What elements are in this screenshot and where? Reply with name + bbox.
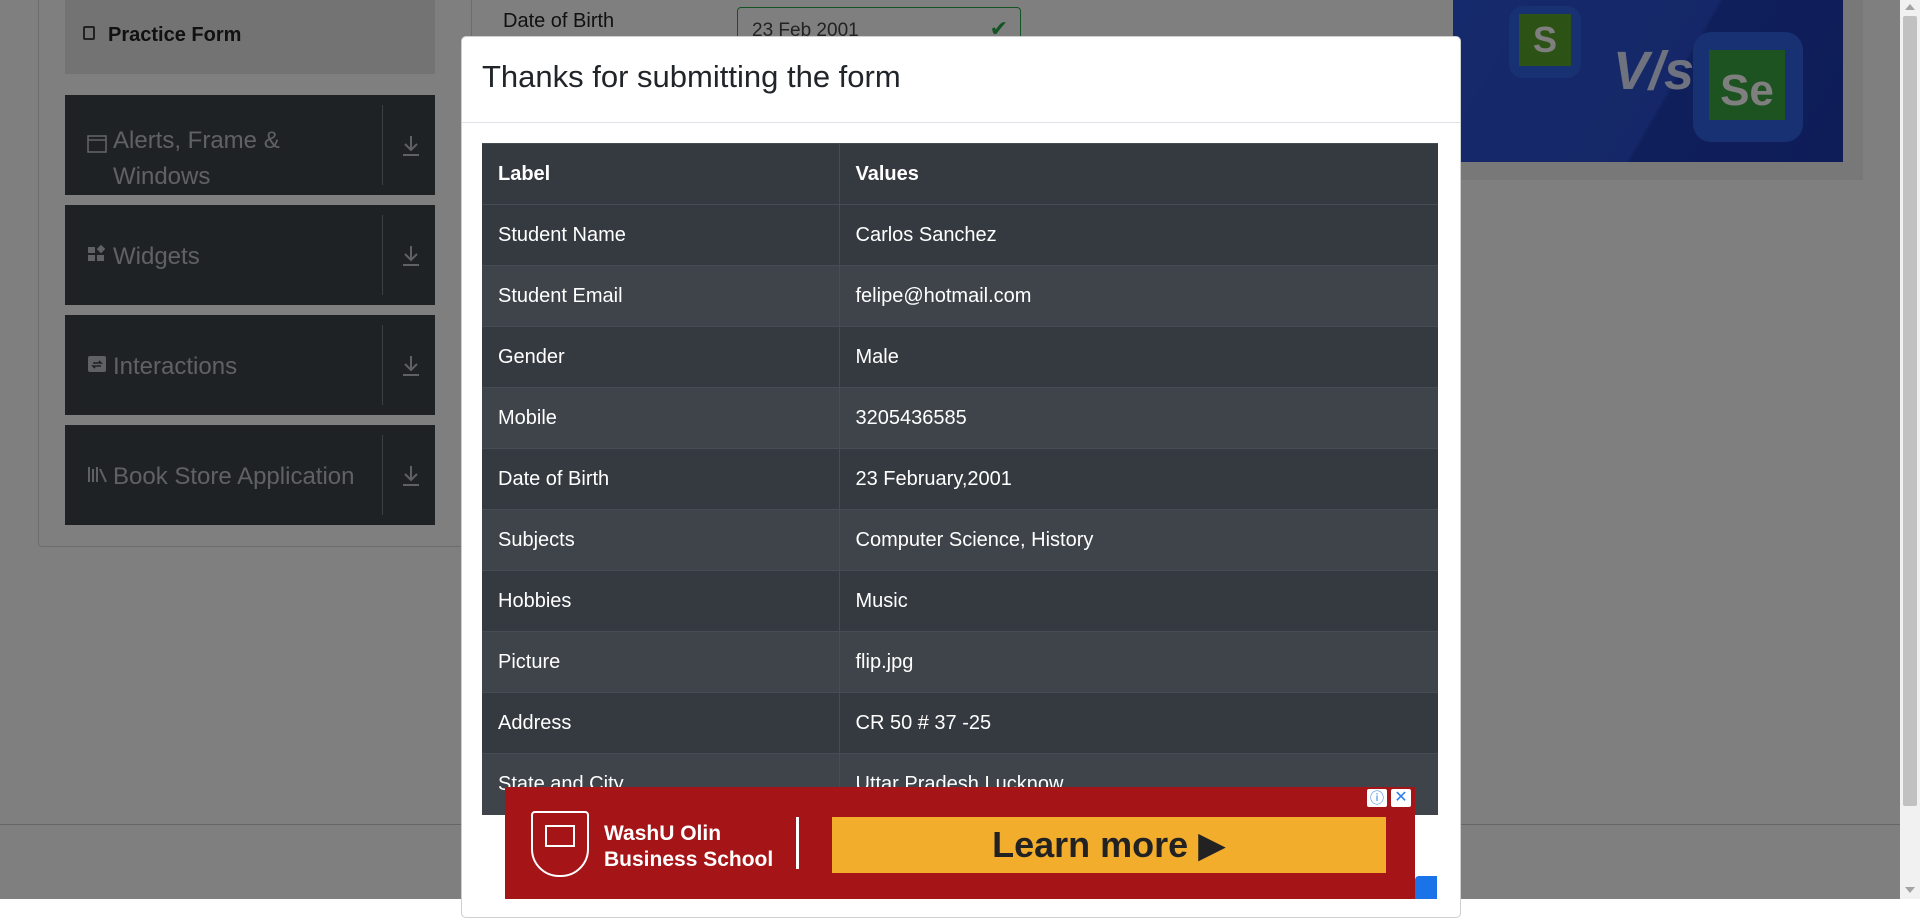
bottom-ad-banner[interactable]: WashU Olin Business School Learn more ▶ … [505,787,1415,899]
learn-more-button[interactable]: Learn more ▶ [832,817,1386,873]
row-value: Music [839,570,1438,632]
row-value: 23 February,2001 [839,448,1438,510]
row-label: Date of Birth [482,448,840,510]
row-label: Student Name [482,204,840,266]
row-value: felipe@hotmail.com [839,265,1438,327]
row-label: Mobile [482,387,840,449]
table-row: Picture flip.jpg [482,631,1438,693]
table-row: Subjects Computer Science, History [482,509,1438,571]
row-label: Gender [482,326,840,388]
close-button[interactable] [1415,876,1437,899]
modal-title: Thanks for submitting the form [482,59,901,94]
scroll-up-arrow-icon[interactable] [1905,4,1915,10]
submission-table: Label Values Student Name Carlos Sanchez… [482,143,1438,815]
row-value: flip.jpg [839,631,1438,693]
table-row: Hobbies Music [482,570,1438,632]
row-label: Hobbies [482,570,840,632]
ad-school-line2: Business School [604,848,774,871]
column-header-values: Values [839,143,1438,205]
ad-separator [796,817,799,869]
row-label: Subjects [482,509,840,571]
row-label: Address [482,692,840,754]
table-row: Gender Male [482,326,1438,388]
row-value: 3205436585 [839,387,1438,449]
table-row: Student Email felipe@hotmail.com [482,265,1438,327]
table-row: Date of Birth 23 February,2001 [482,448,1438,510]
adchoices-icon[interactable]: ⓘ [1367,789,1387,807]
ad-school-line1: WashU Olin [604,822,722,845]
scroll-down-arrow-icon[interactable] [1905,887,1915,893]
scroll-thumb[interactable] [1903,16,1917,806]
table-row: Address CR 50 # 37 -25 [482,692,1438,754]
table-header-row: Label Values [482,143,1438,205]
row-value: CR 50 # 37 -25 [839,692,1438,754]
washu-crest-icon [531,811,589,877]
close-ad-icon[interactable]: ✕ [1391,789,1411,807]
row-label: Picture [482,631,840,693]
row-label: Student Email [482,265,840,327]
ad-school-name: WashU Olin Business School [604,821,773,873]
table-row: Mobile 3205436585 [482,387,1438,449]
column-header-label: Label [482,143,840,205]
table-row: Student Name Carlos Sanchez [482,204,1438,266]
modal-header-divider [462,122,1460,123]
row-value: Carlos Sanchez [839,204,1438,266]
vertical-scrollbar[interactable] [1900,0,1920,899]
row-value: Computer Science, History [839,509,1438,571]
row-value: Male [839,326,1438,388]
submission-modal: Thanks for submitting the form Label Val… [461,36,1461,918]
